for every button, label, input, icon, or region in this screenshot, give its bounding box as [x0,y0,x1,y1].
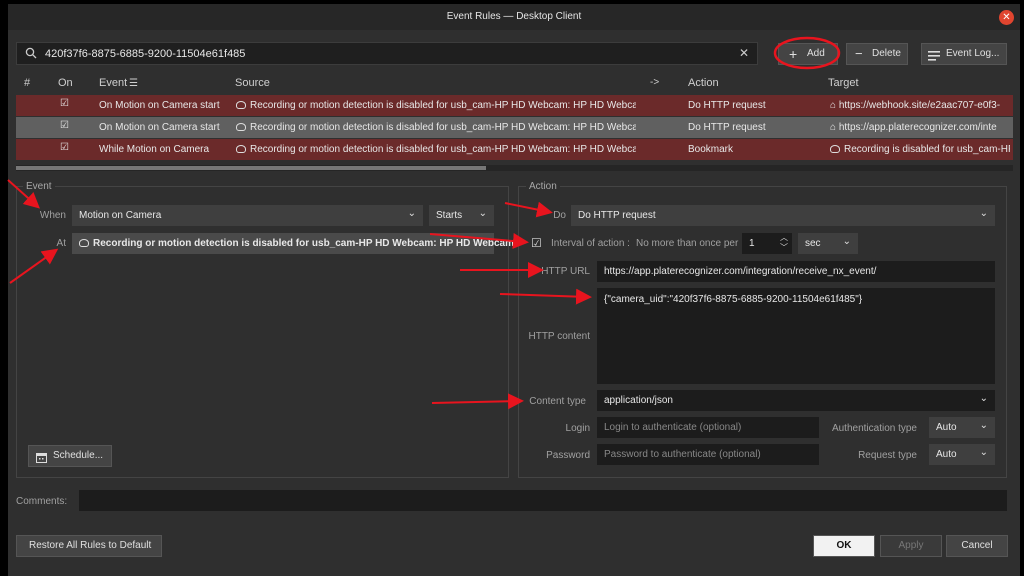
annotation-overlay [7,36,841,410]
annotation-circle [773,36,841,70]
annotation-arrow [431,393,524,410]
annotation-arrow [429,233,529,249]
annotation-arrow [504,201,553,218]
annotation-arrow [9,248,59,284]
annotation-arrow [499,288,592,305]
annotation-arrow [7,179,40,209]
